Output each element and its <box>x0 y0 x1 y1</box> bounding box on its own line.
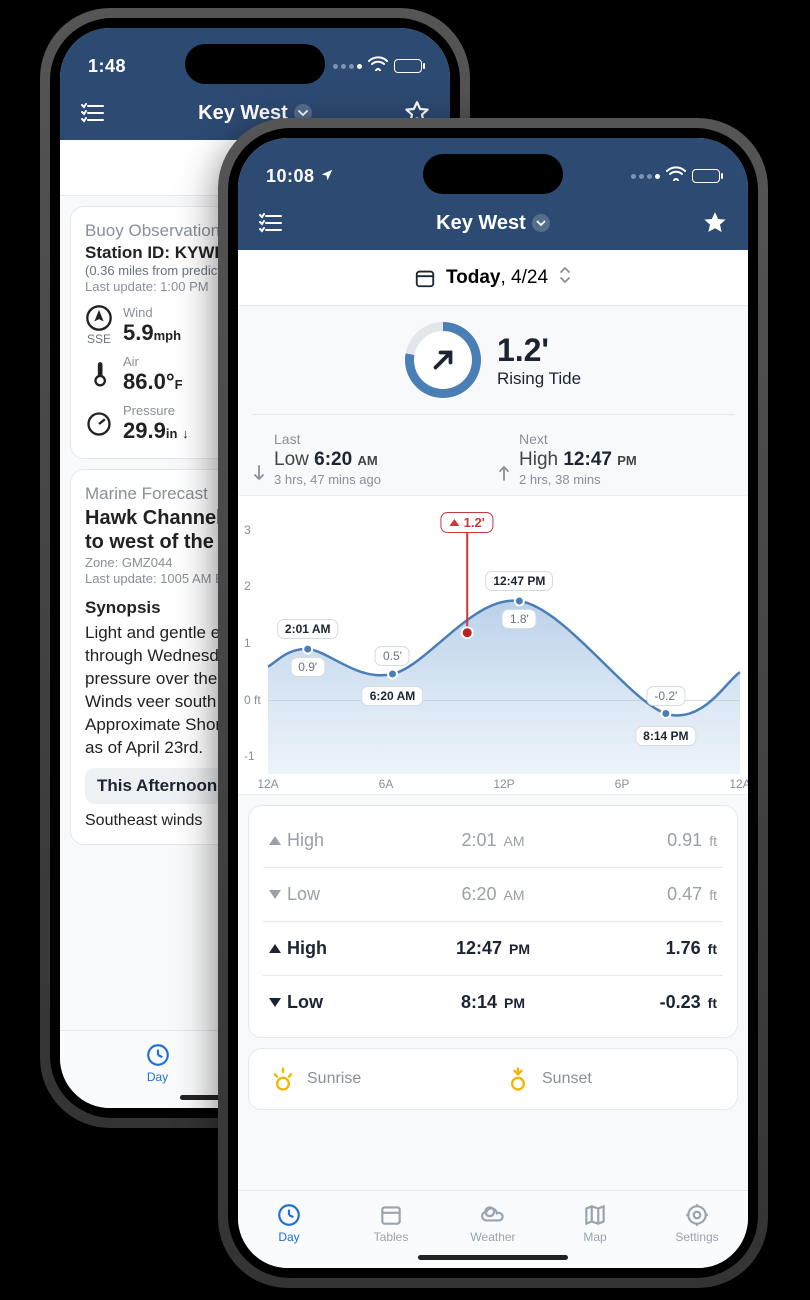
home-indicator[interactable] <box>418 1255 568 1260</box>
date-picker-row[interactable]: Today, 4/24 <box>238 250 748 306</box>
chart-xtick: 12P <box>493 777 514 791</box>
tab-day[interactable]: Day <box>238 1191 340 1254</box>
map-tab-icon <box>582 1202 608 1228</box>
wind-direction-icon <box>85 304 113 332</box>
chart-point-value: 0.5' <box>375 646 410 666</box>
favorite-button[interactable] <box>700 208 730 238</box>
tide-chart[interactable]: -1 0 ft 1 2 3 12A 6A 12P 6P 12A 2:01 AM 0.9' 6:20 AM… <box>238 495 748 795</box>
tide-table-card: High 2:01 AM 0.91 ft Low 6:20 AM 0.47 ft… <box>248 805 738 1038</box>
tide-table-row: High 2:01 AM 0.91 ft <box>263 820 723 861</box>
tide-table-row: Low 8:14 PM -0.23 ft <box>263 982 723 1023</box>
last-next-row: Last Low 6:20 AM 3 hrs, 47 mins ago Next… <box>238 415 748 495</box>
nav-header: Key West <box>238 196 748 250</box>
chart-point-time: 12:47 PM <box>485 571 553 591</box>
thermometer-icon <box>85 361 113 389</box>
stations-list-button[interactable] <box>256 208 286 238</box>
sunrise: Sunrise <box>269 1065 482 1093</box>
current-tide-value: 1.2' <box>497 332 581 369</box>
tab-map[interactable]: Map <box>544 1191 646 1254</box>
chart-point-value: 0.9' <box>290 657 325 677</box>
chart-point-time: 6:20 AM <box>362 686 424 706</box>
current-tide-hero: 1.2' Rising Tide <box>238 322 748 398</box>
chart-ytick: 3 <box>244 523 251 537</box>
battery-icon <box>692 169 720 183</box>
weather-tab-icon <box>480 1202 506 1228</box>
settings-tab-icon <box>684 1202 710 1228</box>
chart-point-time: 8:14 PM <box>635 726 696 746</box>
sunset-icon <box>504 1065 532 1093</box>
status-time: 1:48 <box>88 56 126 77</box>
battery-icon <box>394 59 422 73</box>
chart-xtick: 6A <box>379 777 394 791</box>
current-tide-label: Rising Tide <box>497 369 581 389</box>
trend-down-icon: ↓ <box>182 426 189 441</box>
last-tide: Last Low 6:20 AM 3 hrs, 47 mins ago <box>252 431 489 487</box>
location-arrow-icon <box>320 166 334 186</box>
chart-ytick: 0 ft <box>244 693 261 707</box>
chart-xtick: 6P <box>615 777 630 791</box>
chart-point-value: 1.8' <box>502 609 537 629</box>
tables-tab-icon <box>378 1202 404 1228</box>
pressure-icon <box>85 410 113 438</box>
cell-signal-icon <box>333 64 362 69</box>
tide-progress-ring <box>405 322 481 398</box>
calendar-icon <box>414 267 436 289</box>
down-arrow-icon <box>252 464 266 487</box>
rising-arrow-icon <box>428 345 458 375</box>
location-title-button[interactable]: Key West <box>436 212 550 235</box>
cell-signal-icon <box>631 174 660 179</box>
tide-table-row: High 12:47 PM 1.76 ft <box>263 928 723 969</box>
up-down-icon <box>558 266 572 290</box>
day-tab-icon <box>145 1042 171 1068</box>
day-tab-icon <box>276 1202 302 1228</box>
this-afternoon-button[interactable]: This Afternoon <box>85 768 229 804</box>
up-arrow-icon <box>497 464 511 487</box>
chart-now-marker: 1.2' <box>441 512 494 533</box>
wifi-icon <box>666 166 686 186</box>
chart-ytick: 1 <box>244 636 251 650</box>
tab-settings[interactable]: Settings <box>646 1191 748 1254</box>
sun-card: Sunrise Sunset <box>248 1048 738 1110</box>
wifi-icon <box>368 56 388 76</box>
dynamic-island <box>423 154 563 194</box>
chart-ytick: 2 <box>244 579 251 593</box>
sunrise-icon <box>269 1065 297 1093</box>
chart-ytick: -1 <box>244 749 255 763</box>
phone-front: 10:08 Key West <box>218 118 768 1288</box>
chevron-down-icon <box>532 214 550 232</box>
stations-list-button[interactable] <box>78 98 108 128</box>
tab-weather[interactable]: Weather <box>442 1191 544 1254</box>
tab-tables[interactable]: Tables <box>340 1191 442 1254</box>
dynamic-island <box>185 44 325 84</box>
chart-point-time: 2:01 AM <box>277 619 339 639</box>
status-time: 10:08 <box>266 166 334 187</box>
tide-table-row: Low 6:20 AM 0.47 ft <box>263 874 723 915</box>
chart-xtick: 12A <box>729 777 748 791</box>
chart-xtick: 12A <box>257 777 278 791</box>
sunset: Sunset <box>504 1065 717 1093</box>
next-tide: Next High 12:47 PM 2 hrs, 38 mins <box>497 431 734 487</box>
chart-point-value: -0.2' <box>646 686 685 706</box>
